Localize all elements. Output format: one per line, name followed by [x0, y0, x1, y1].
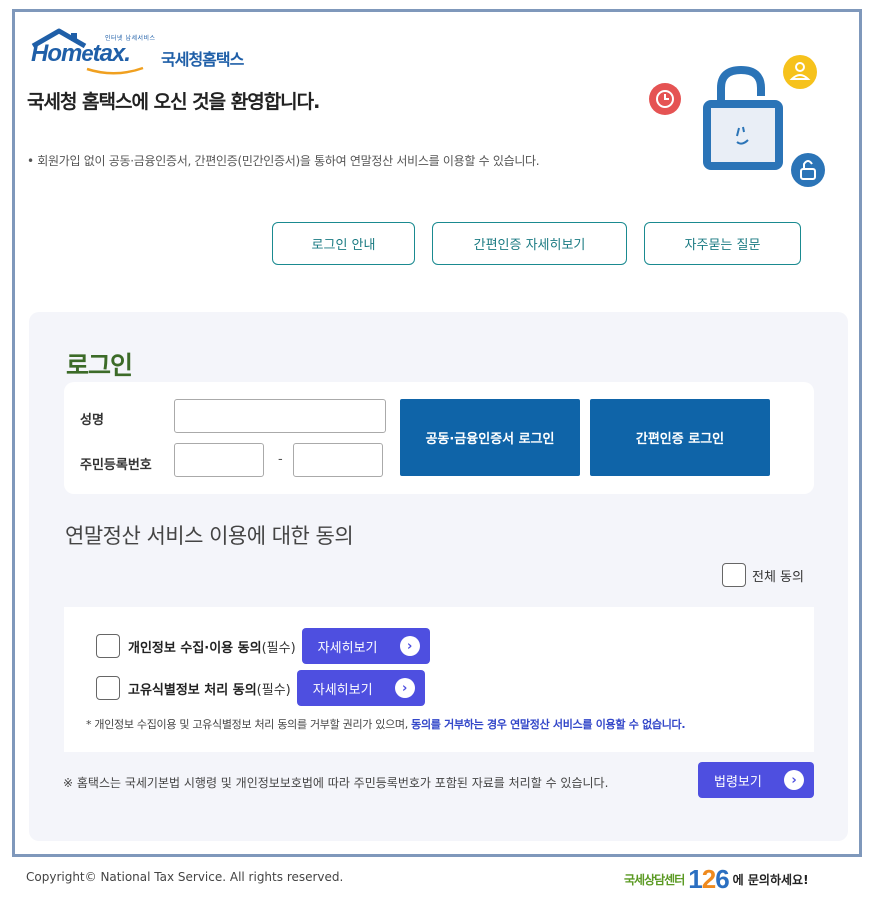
unlock-badge-icon [791, 153, 825, 187]
law-view-button[interactable]: 법령보기 › [698, 762, 814, 798]
privacy-detail-button[interactable]: 자세히보기 › [301, 628, 430, 664]
all-agree[interactable]: 전체 동의 [722, 563, 804, 587]
rrn-back-input[interactable] [293, 443, 383, 477]
chevron-right-icon: › [784, 770, 804, 790]
call-digit-3: 6 [715, 864, 730, 894]
all-agree-label: 전체 동의 [752, 569, 804, 585]
login-guide-button[interactable]: 로그인 안내 [272, 222, 415, 265]
privacy-detail-label: 자세히보기 [317, 640, 378, 656]
logo-brand-e: e [81, 41, 93, 66]
rrn-dash: - [278, 452, 283, 467]
lock-illustration [649, 55, 825, 187]
unique-id-detail-label: 자세히보기 [312, 682, 373, 698]
clock-icon [649, 83, 681, 115]
privacy-checkbox[interactable] [96, 634, 120, 658]
simple-auth-detail-button[interactable]: 간편인증 자세히보기 [432, 222, 627, 265]
main-frame: 인터넷 납세서비스 Hometax. 국세청홈택스 국세청 홈택스에 오신 것을… [12, 9, 862, 857]
unique-id-checkbox[interactable] [96, 676, 120, 700]
user-icon [783, 55, 817, 89]
unique-id-detail-button[interactable]: 자세히보기 › [296, 670, 425, 706]
logo-smile-swoosh [86, 66, 144, 75]
copyright: Copyright© National Tax Service. All rig… [26, 870, 344, 884]
padlock-icon [703, 65, 783, 170]
privacy-required: (필수) [261, 640, 296, 656]
logo-brand-part1: Hom [31, 40, 82, 67]
logo-korean-name: 국세청홈택스 [161, 50, 244, 69]
agree-row-unique-id: 고유식별정보 처리 동의 (필수) 자세히보기 › [96, 670, 425, 706]
service-notice: • 회원가입 없이 공동·금융인증서, 간편인증(민간인증서)을 통하여 연말정… [27, 154, 540, 168]
all-agree-checkbox[interactable] [722, 563, 746, 587]
privacy-label: 개인정보 수집·이용 동의 [128, 640, 262, 656]
name-label: 성명 [80, 413, 104, 428]
consent-note: * 개인정보 수집이용 및 고유식별정보 처리 동의를 거부할 권리가 있으며,… [86, 716, 686, 732]
rrn-label: 주민등록번호 [80, 458, 152, 473]
login-panel: 로그인 성명 주민등록번호 - 공동·금융인증서 로그인 간편인증 로그인 연말… [29, 312, 848, 841]
logo-brand: Hometax. [31, 40, 131, 68]
unique-id-label: 고유식별정보 처리 동의 [128, 682, 257, 698]
simple-login-button[interactable]: 간편인증 로그인 [590, 399, 770, 476]
call-center-label: 국세상담센터 [624, 872, 685, 887]
law-view-label: 법령보기 [714, 774, 762, 790]
agreement-title: 연말정산 서비스 이용에 대한 동의 [65, 524, 354, 548]
cert-login-button[interactable]: 공동·금융인증서 로그인 [400, 399, 580, 476]
consent-note-text: * 개인정보 수집이용 및 고유식별정보 처리 동의를 거부할 권리가 있으며, [86, 718, 412, 731]
rrn-front-input[interactable] [174, 443, 264, 477]
unique-id-required: (필수) [256, 682, 291, 698]
welcome-heading: 국세청 홈택스에 오신 것을 환영합니다. [27, 91, 320, 113]
agree-row-privacy: 개인정보 수집·이용 동의 (필수) 자세히보기 › [96, 628, 430, 664]
faq-button[interactable]: 자주묻는 질문 [644, 222, 801, 265]
call-digit-1: 1 [688, 864, 703, 894]
consent-note-warning: 동의를 거부하는 경우 연말정산 서비스를 이용할 수 없습니다. [411, 718, 686, 731]
chevron-right-icon: › [399, 636, 420, 656]
login-title: 로그인 [66, 351, 133, 380]
law-note: ※ 홈택스는 국세기본법 시행령 및 개인정보보호법에 따라 주민등록번호가 포… [63, 776, 609, 790]
logo-brand-part2: tax. [92, 40, 131, 67]
name-input[interactable] [174, 399, 386, 433]
call-digit-2: 2 [701, 864, 717, 894]
call-center-ask: 에 문의하세요! [732, 872, 809, 887]
call-center-number: 126 [688, 864, 730, 894]
chevron-right-icon: › [394, 678, 415, 698]
call-center-banner: 국세상담센터 126 에 문의하세요! [624, 866, 809, 892]
hometax-logo[interactable]: 인터넷 납세서비스 Hometax. 국세청홈택스 [31, 28, 271, 78]
login-form: 성명 주민등록번호 - 공동·금융인증서 로그인 간편인증 로그인 [64, 382, 814, 494]
agreement-box: 개인정보 수집·이용 동의 (필수) 자세히보기 › 고유식별정보 처리 동의 … [64, 607, 814, 752]
